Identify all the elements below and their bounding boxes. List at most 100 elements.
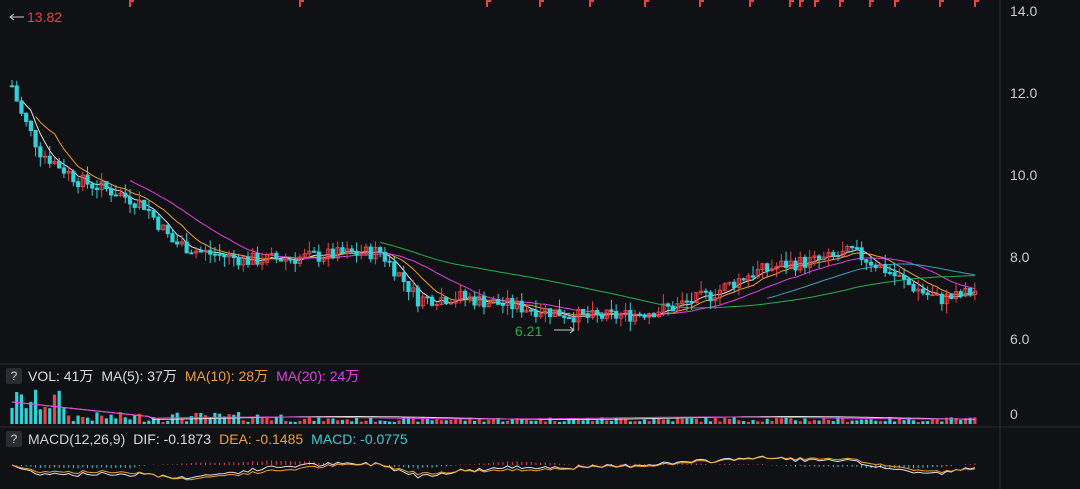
volume-bar <box>104 418 108 424</box>
candle-body <box>708 291 713 302</box>
candle-body <box>897 274 902 277</box>
volume-bar <box>307 417 311 424</box>
volume-bar <box>350 421 354 424</box>
chart-background <box>0 0 1080 489</box>
candle-body <box>425 296 430 299</box>
volume-bar <box>38 409 42 424</box>
volume-bar <box>255 414 260 424</box>
volume-bar <box>378 420 382 424</box>
macd-help-button[interactable]: ? <box>6 431 22 447</box>
volume-bar <box>855 420 859 424</box>
volume-bar <box>203 415 208 424</box>
volume-bar <box>100 415 104 424</box>
volume-bar <box>19 394 24 424</box>
volume-help-button[interactable]: ? <box>6 368 22 384</box>
candle-body <box>156 216 161 230</box>
candle-body <box>689 301 694 304</box>
candle-body <box>920 288 926 294</box>
candle-body <box>392 261 397 277</box>
candle-body <box>429 296 435 306</box>
volume-bar <box>364 420 368 424</box>
volume-bar <box>354 417 359 424</box>
volume-bar <box>798 421 802 424</box>
candle-body <box>38 146 43 158</box>
volume-bar <box>81 417 85 424</box>
candle-body <box>500 303 505 306</box>
volume-bar <box>742 421 746 424</box>
volume-bar <box>704 417 708 424</box>
volume-bar <box>685 418 689 424</box>
volume-bar <box>803 418 807 424</box>
volume-bar <box>472 420 477 424</box>
candle-body <box>288 258 293 261</box>
volume-bar <box>874 420 878 424</box>
volume-bar <box>388 421 392 424</box>
volume-bar <box>10 407 14 424</box>
volume-bar <box>95 412 99 424</box>
candle-body <box>354 251 359 256</box>
volume-bar <box>567 419 571 424</box>
volume-bar <box>48 408 52 424</box>
volume-bar <box>793 420 798 424</box>
candle-body <box>47 155 52 164</box>
volume-bar <box>439 420 444 424</box>
volume-bar <box>860 419 864 424</box>
macd-header: ? MACD(12,26,9) DIF: -0.1873 DEA: -0.148… <box>0 428 1000 450</box>
volume-bar <box>562 421 566 424</box>
candle-body <box>911 283 916 292</box>
volume-bar <box>543 421 547 424</box>
volume-bar <box>926 421 930 424</box>
volume-bar <box>293 421 297 424</box>
candle-body <box>231 254 236 259</box>
volume-bar <box>397 420 401 424</box>
volume-bar <box>270 420 274 424</box>
volume-bar <box>123 417 127 424</box>
volume-bar <box>628 421 632 424</box>
volume-bar <box>317 417 321 424</box>
volume-bar <box>680 418 684 424</box>
volume-bar <box>336 420 340 424</box>
volume-bar <box>675 418 680 424</box>
candle-body <box>28 120 33 131</box>
candle-body <box>463 290 468 299</box>
candle-body <box>387 260 392 263</box>
volume-bar <box>878 420 883 424</box>
volume-bar <box>15 392 19 424</box>
candle-body <box>245 256 251 265</box>
volume-bar <box>321 421 326 424</box>
candle-body <box>968 287 973 296</box>
volume-bar <box>624 419 628 424</box>
stock-chart: 14.0 12.0 10.0 8.0 6.0 0 13.82 6.21 <box>0 0 1080 489</box>
high-price-label: 13.82 <box>27 9 62 25</box>
candle-body <box>670 305 675 312</box>
candle-body <box>24 112 29 122</box>
candle-body <box>434 303 439 306</box>
volume-bar <box>52 394 57 424</box>
volume-bar <box>817 420 821 424</box>
volume-bar <box>34 389 38 424</box>
volume-bar <box>340 420 344 424</box>
candle-body <box>883 263 888 274</box>
candle-body <box>958 291 963 297</box>
candle-body <box>930 294 935 297</box>
volume-ma5: MA(5): 37万 <box>101 368 177 384</box>
volume-bar <box>779 418 783 424</box>
candle-body <box>444 296 449 305</box>
volume-bar <box>841 417 845 424</box>
candle-body <box>519 300 524 313</box>
volume-bar <box>723 417 727 424</box>
candle-body <box>472 296 477 306</box>
candle-body <box>887 272 893 275</box>
candle-body <box>817 255 822 261</box>
candle-body <box>859 247 864 261</box>
candle-body <box>90 183 95 189</box>
candle-body <box>378 247 383 253</box>
volume-bar <box>808 421 812 424</box>
volume-bar <box>147 420 151 424</box>
volume-bar <box>383 420 387 424</box>
candle-body <box>274 252 279 260</box>
candle-body <box>581 308 586 315</box>
volume-bar <box>435 419 439 424</box>
candle-body <box>61 167 67 174</box>
volume-bar <box>85 417 90 424</box>
